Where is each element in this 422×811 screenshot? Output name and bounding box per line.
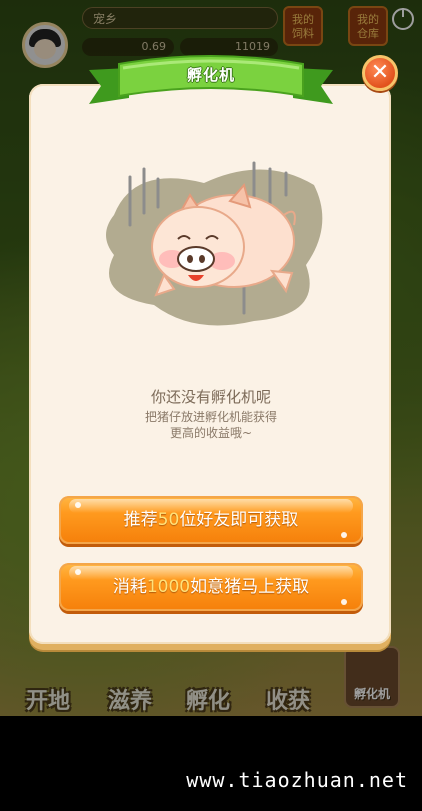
invite-friends-button[interactable]: 推荐50位好友即可获取 xyxy=(59,496,363,544)
sparkle-icon xyxy=(341,599,347,605)
sparkle-icon xyxy=(341,532,347,538)
sparkle-icon xyxy=(75,502,81,508)
empty-state-description: 把猪仔放进孵化机能获得 更高的收益哦~ xyxy=(0,409,422,441)
close-x-icon: ✕ xyxy=(370,60,390,85)
close-button[interactable]: ✕ xyxy=(362,55,398,91)
empty-state-message: 你还没有孵化机呢 xyxy=(150,388,271,406)
sleeping-pig-illustration xyxy=(106,161,323,326)
invite-friends-label: 推荐50位好友即可获取 xyxy=(123,510,299,530)
dialog-title: 孵化机 xyxy=(186,66,235,84)
site-watermark: www.tiaozhuan.net xyxy=(186,768,408,792)
description-line-1: 把猪仔放进孵化机能获得 xyxy=(144,410,277,424)
footer-bar: www.tiaozhuan.net xyxy=(0,716,422,811)
buy-with-coins-label: 消耗1000如意猪马上获取 xyxy=(112,577,310,597)
sparkle-icon xyxy=(75,569,81,575)
buy-with-coins-button[interactable]: 消耗1000如意猪马上获取 xyxy=(59,563,363,611)
description-line-2: 更高的收益哦~ xyxy=(169,426,253,440)
